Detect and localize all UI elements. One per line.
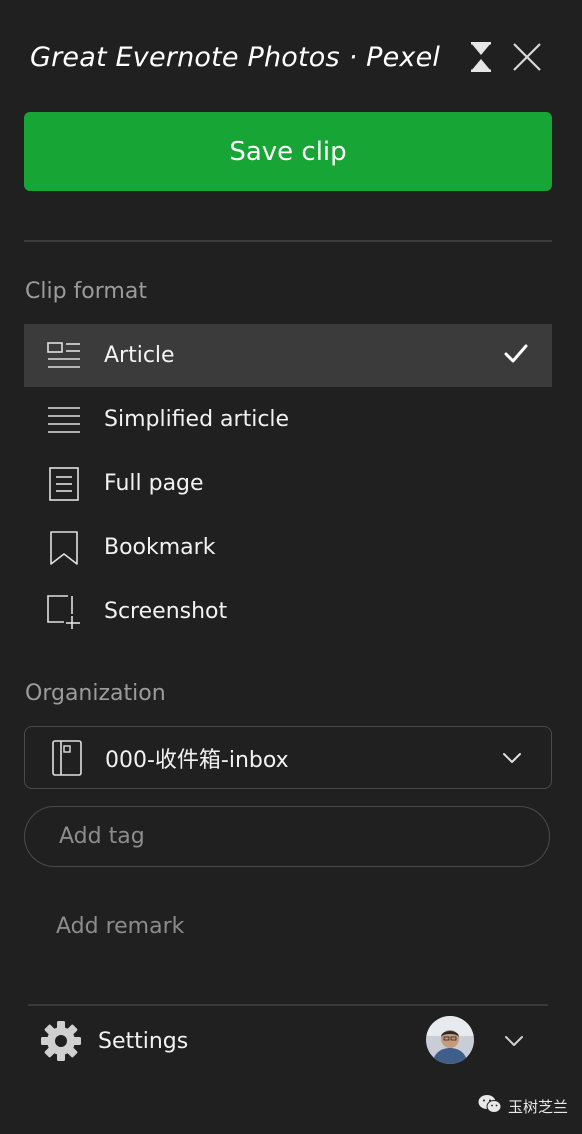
format-option-bookmark[interactable]: Bookmark xyxy=(24,516,552,579)
simplified-article-icon xyxy=(46,402,82,438)
close-icon[interactable] xyxy=(510,40,544,74)
account-chevron-down-icon[interactable] xyxy=(502,1029,526,1053)
format-option-label: Simplified article xyxy=(104,407,290,432)
settings-label: Settings xyxy=(98,1028,189,1054)
watermark-text: 玉树芝兰 xyxy=(508,1097,569,1116)
notebook-icon xyxy=(51,739,83,776)
article-icon xyxy=(46,338,82,374)
settings-button[interactable]: Settings xyxy=(40,1018,188,1064)
gear-icon xyxy=(40,1020,82,1062)
clip-format-label: Clip format xyxy=(25,279,147,304)
watermark: 玉树芝兰 xyxy=(478,1094,568,1118)
format-option-label: Bookmark xyxy=(104,535,216,560)
format-option-label: Article xyxy=(104,343,175,368)
format-option-simplified-article[interactable]: Simplified article xyxy=(24,388,552,451)
bookmark-icon xyxy=(46,530,82,566)
checkmark-icon xyxy=(502,340,530,368)
add-tag-input[interactable] xyxy=(24,806,550,867)
user-avatar[interactable] xyxy=(426,1016,474,1064)
notebook-select[interactable]: 000-收件箱-inbox xyxy=(24,726,552,789)
format-option-article[interactable]: Article xyxy=(24,324,552,387)
screenshot-icon xyxy=(46,594,82,630)
hourglass-collapse-icon[interactable] xyxy=(464,40,498,74)
save-clip-button[interactable]: Save clip xyxy=(24,112,552,191)
header: Great Evernote Photos · Pexels · xyxy=(30,36,556,82)
web-clipper-panel: Great Evernote Photos · Pexels · Save cl… xyxy=(0,0,582,1134)
add-remark-field[interactable]: Add remark xyxy=(56,914,184,939)
format-option-screenshot[interactable]: Screenshot xyxy=(24,580,552,643)
chevron-down-icon xyxy=(501,747,523,769)
footer-divider xyxy=(28,1004,548,1006)
divider xyxy=(24,240,552,242)
wechat-icon xyxy=(478,1094,502,1118)
full-page-icon xyxy=(46,466,82,502)
format-option-label: Screenshot xyxy=(104,599,228,624)
organization-label: Organization xyxy=(25,681,166,706)
format-option-full-page[interactable]: Full page xyxy=(24,452,552,515)
notebook-name: 000-收件箱-inbox xyxy=(105,747,289,773)
page-title: Great Evernote Photos · Pexels · xyxy=(30,42,440,73)
format-option-label: Full page xyxy=(104,471,204,496)
